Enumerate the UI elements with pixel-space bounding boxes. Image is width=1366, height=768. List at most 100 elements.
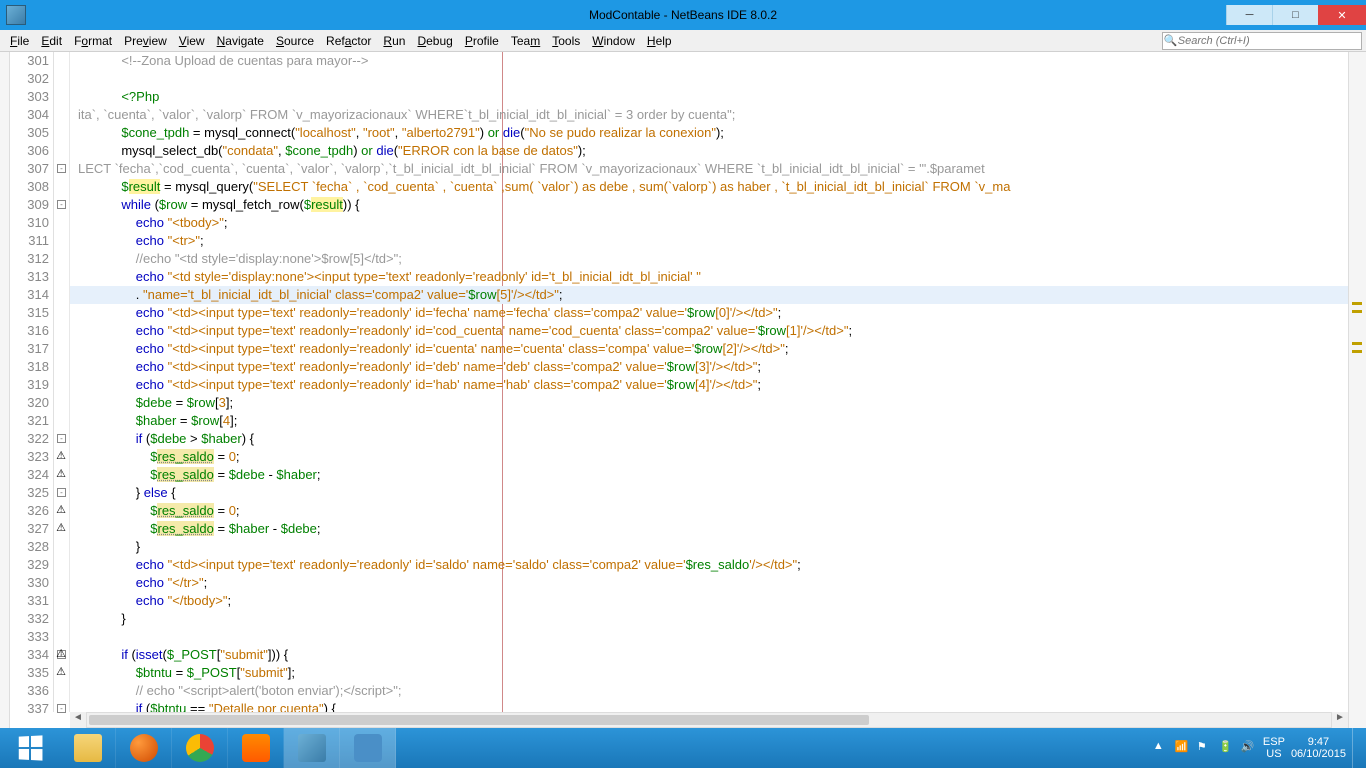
volume-icon[interactable]: 🔊 [1241,740,1257,756]
code-line[interactable]: if (isset($_POST["submit"])) { [70,646,1348,664]
code-line[interactable]: $res_saldo = $debe - $haber; [70,466,1348,484]
code-line[interactable]: mysql_select_db("condata", $cone_tpdh) o… [70,142,1348,160]
menu-item[interactable]: Preview [118,32,173,50]
menu-item[interactable]: Refactor [320,32,377,50]
line-number: 328 [10,538,49,556]
menu-item[interactable]: Run [377,32,411,50]
code-line[interactable]: echo "<td><input type='text' readonly='r… [70,322,1348,340]
code-line[interactable]: <?Php [70,88,1348,106]
code-line[interactable]: } [70,538,1348,556]
warning-marker[interactable] [1352,342,1362,345]
code-line[interactable]: $result = mysql_query("SELECT `fecha` , … [70,178,1348,196]
code-line[interactable]: $haber = $row[4]; [70,412,1348,430]
close-button[interactable]: ✕ [1318,5,1366,25]
menu-item[interactable]: Window [586,32,641,50]
code-line[interactable]: $cone_tpdh = mysql_connect("localhost", … [70,124,1348,142]
flag-icon[interactable]: ⚑ [1197,740,1213,756]
menu-item[interactable]: Help [641,32,678,50]
scroll-left-arrow-icon[interactable]: ◄ [70,712,86,728]
taskbar-explorer[interactable] [60,728,116,768]
scroll-thumb[interactable] [89,715,869,725]
menu-item[interactable]: Format [68,32,118,50]
code-line[interactable]: $res_saldo = $haber - $debe; [70,520,1348,538]
warning-icon: ⚠ [55,648,67,660]
taskbar-netbeans[interactable] [284,728,340,768]
taskbar-app[interactable] [340,728,396,768]
code-line[interactable]: echo "</tbody>"; [70,592,1348,610]
search-input[interactable] [1178,35,1361,47]
error-stripe[interactable] [1348,52,1366,728]
scroll-track[interactable] [86,712,1332,728]
tray-lang[interactable]: ESP US [1263,736,1285,760]
code-line[interactable]: //echo "<td style='display:none'>$row[5]… [70,250,1348,268]
network-icon[interactable]: 📶 [1175,740,1191,756]
code-editor[interactable]: 3013023033043053063073083093103113123133… [10,52,1348,728]
fold-toggle-icon[interactable]: - [57,488,66,497]
code-line[interactable]: } [70,610,1348,628]
firefox-icon [130,734,158,762]
menu-item[interactable]: View [173,32,211,50]
code-line[interactable]: $btntu = $_POST["submit"]; [70,664,1348,682]
menu-item[interactable]: Team [505,32,546,50]
horizontal-scrollbar[interactable]: ◄ ► [70,712,1348,728]
taskbar-chrome[interactable] [172,728,228,768]
menu-item[interactable]: Profile [459,32,505,50]
menu-bar: FileEditFormatPreviewViewNavigateSourceR… [0,30,1366,52]
maximize-button[interactable]: □ [1272,5,1318,25]
quick-search[interactable]: 🔍 [1162,32,1362,50]
code-line[interactable]: $res_saldo = 0; [70,502,1348,520]
scroll-right-arrow-icon[interactable]: ► [1332,712,1348,728]
code-line[interactable] [70,628,1348,646]
code-line[interactable] [70,70,1348,88]
code-line[interactable]: echo "<td><input type='text' readonly='r… [70,376,1348,394]
code-line[interactable]: echo "<tbody>"; [70,214,1348,232]
chrome-icon [186,734,214,762]
code-line[interactable]: echo "<td><input type='text' readonly='r… [70,556,1348,574]
show-desktop-button[interactable] [1352,728,1360,768]
line-number: 326 [10,502,49,520]
fold-toggle-icon[interactable]: - [57,434,66,443]
chevron-up-icon[interactable]: ▲ [1153,740,1169,756]
code-line[interactable]: echo "<td style='display:none'><input ty… [70,268,1348,286]
menu-item[interactable]: File [4,32,35,50]
menu-item[interactable]: Edit [35,32,68,50]
minimize-button[interactable]: ─ [1226,5,1272,25]
warning-marker[interactable] [1352,350,1362,353]
code-line[interactable]: <!--Zona Upload de cuentas para mayor--> [70,52,1348,70]
code-line[interactable]: if ($debe > $haber) { [70,430,1348,448]
taskbar-firefox[interactable] [116,728,172,768]
line-number: 333 [10,628,49,646]
code-line[interactable]: $res_saldo = 0; [70,448,1348,466]
fold-toggle-icon[interactable]: - [57,704,66,713]
menu-item[interactable]: Debug [411,32,458,50]
code-line[interactable]: if ($btntu == "Detalle por cuenta") { [70,700,1348,712]
warning-marker[interactable] [1352,310,1362,313]
code-line[interactable]: echo "</tr>"; [70,574,1348,592]
code-line[interactable]: echo "<tr>"; [70,232,1348,250]
fold-toggle-icon[interactable]: - [57,200,66,209]
warning-marker[interactable] [1352,302,1362,305]
code-line[interactable]: ita`, `cuenta`, `valor`, `valorp` FROM `… [70,106,1348,124]
code-content[interactable]: <!--Zona Upload de cuentas para mayor-->… [70,52,1348,712]
menu-item[interactable]: Source [270,32,320,50]
code-line[interactable]: echo "<td><input type='text' readonly='r… [70,340,1348,358]
menu-item[interactable]: Tools [546,32,586,50]
left-sidebar-handle[interactable] [0,52,10,728]
battery-icon[interactable]: 🔋 [1219,740,1235,756]
code-line[interactable]: . "name='t_bl_inicial_idt_bl_inicial' cl… [70,286,1348,304]
code-line[interactable]: LECT `fecha`,`cod_cuenta`, `cuenta`, `va… [70,160,1348,178]
tray-clock[interactable]: 9:47 06/10/2015 [1291,736,1346,760]
code-line[interactable]: while ($row = mysql_fetch_row($result)) … [70,196,1348,214]
line-number: 320 [10,394,49,412]
code-line[interactable]: // echo "<script>alert('boton enviar');<… [70,682,1348,700]
code-line[interactable]: $debe = $row[3]; [70,394,1348,412]
taskbar-mediaplayer[interactable] [228,728,284,768]
line-number: 317 [10,340,49,358]
menu-item[interactable]: Navigate [211,32,270,50]
start-button[interactable] [0,728,60,768]
window-controls: ─ □ ✕ [1226,5,1366,25]
fold-toggle-icon[interactable]: - [57,164,66,173]
code-line[interactable]: echo "<td><input type='text' readonly='r… [70,304,1348,322]
code-line[interactable]: } else { [70,484,1348,502]
code-line[interactable]: echo "<td><input type='text' readonly='r… [70,358,1348,376]
